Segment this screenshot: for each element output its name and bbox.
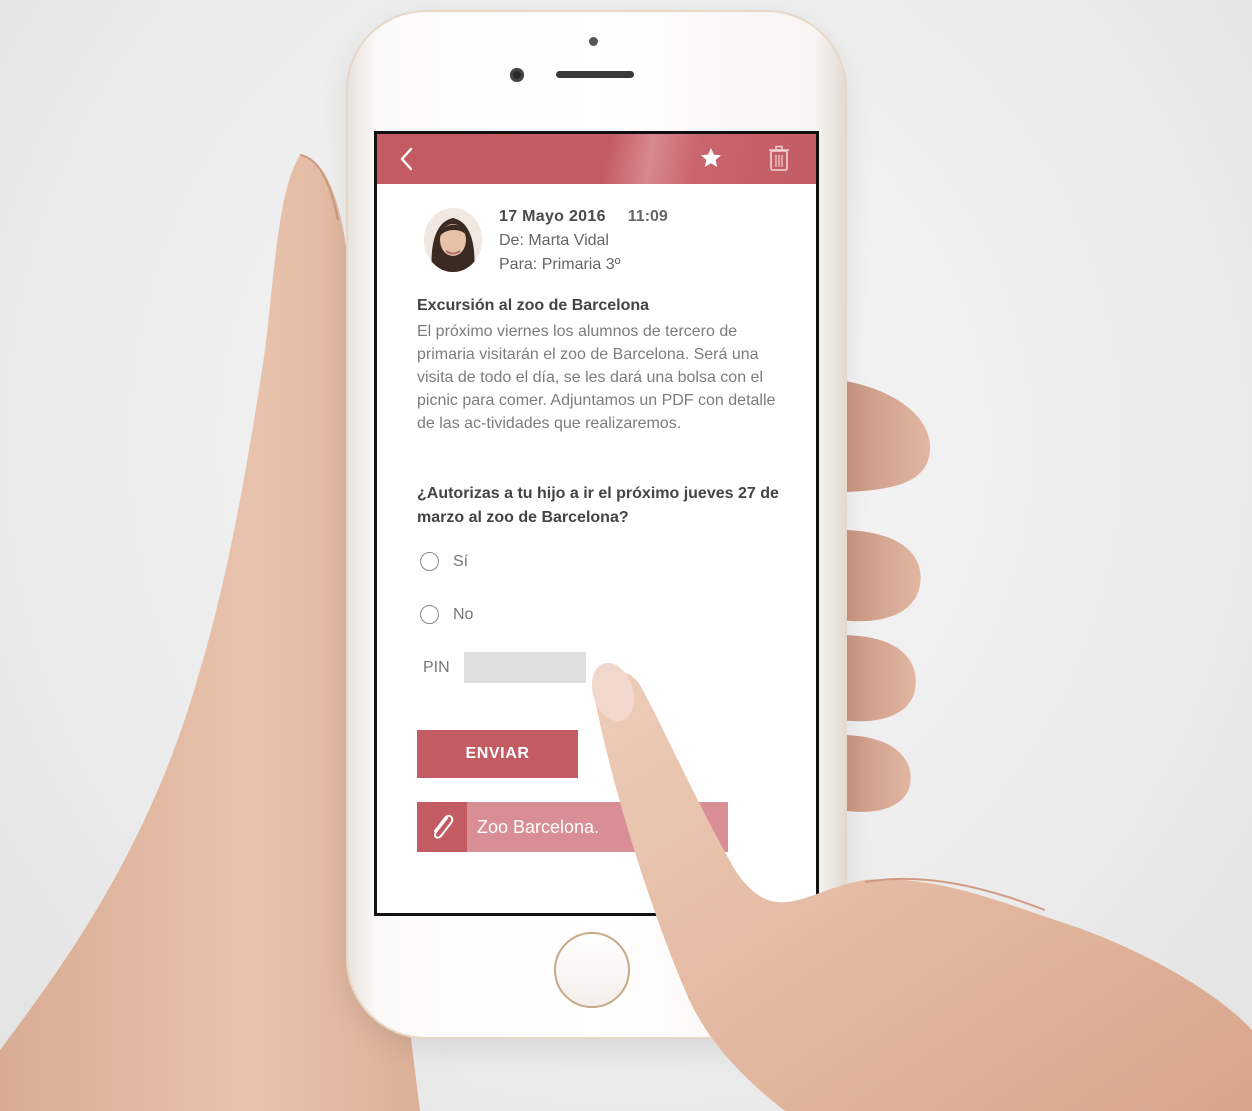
send-button[interactable]: ENVIAR <box>417 730 578 778</box>
message-meta: 17 Mayo 2016 11:09 De: Marta Vidal Para: … <box>499 205 668 277</box>
scene: 17 Mayo 2016 11:09 De: Marta Vidal Para: … <box>0 0 1252 1111</box>
message-subject: Excursión al zoo de Barcelona <box>417 297 650 314</box>
app-screen: 17 Mayo 2016 11:09 De: Marta Vidal Para: … <box>374 131 819 916</box>
avatar <box>424 208 482 272</box>
pin-row: PIN <box>423 652 586 683</box>
earpiece-speaker <box>556 71 634 78</box>
message-date: 17 Mayo 2016 <box>499 208 606 225</box>
attachment-button[interactable]: Zoo Barcelona. <box>417 802 728 852</box>
radio-yes[interactable]: Sí <box>420 552 468 571</box>
message-body: El próximo viernes los alumnos de tercer… <box>417 323 776 433</box>
pin-input[interactable] <box>463 652 586 683</box>
radio-circle[interactable] <box>420 605 439 624</box>
message-to: Para: Primaria 3º <box>499 256 621 273</box>
message-from: De: Marta Vidal <box>499 232 609 249</box>
radio-yes-label: Sí <box>453 552 469 570</box>
home-button[interactable] <box>554 932 630 1008</box>
radio-no[interactable]: No <box>420 605 473 624</box>
star-icon[interactable] <box>699 146 723 170</box>
front-camera <box>510 68 524 82</box>
attachment-name: Zoo Barcelona. <box>477 816 600 837</box>
proximity-sensor <box>589 37 598 46</box>
pin-label: PIN <box>423 658 450 676</box>
paperclip-icon <box>417 802 467 852</box>
back-arrow-icon[interactable] <box>395 145 419 173</box>
message-time: 11:09 <box>627 208 668 225</box>
authorization-question: ¿Autorizas a tu hijo a ir el próximo jue… <box>417 485 779 526</box>
radio-no-label: No <box>453 605 474 623</box>
top-bar <box>377 134 816 184</box>
trash-icon[interactable] <box>768 145 790 171</box>
radio-circle[interactable] <box>420 552 439 571</box>
